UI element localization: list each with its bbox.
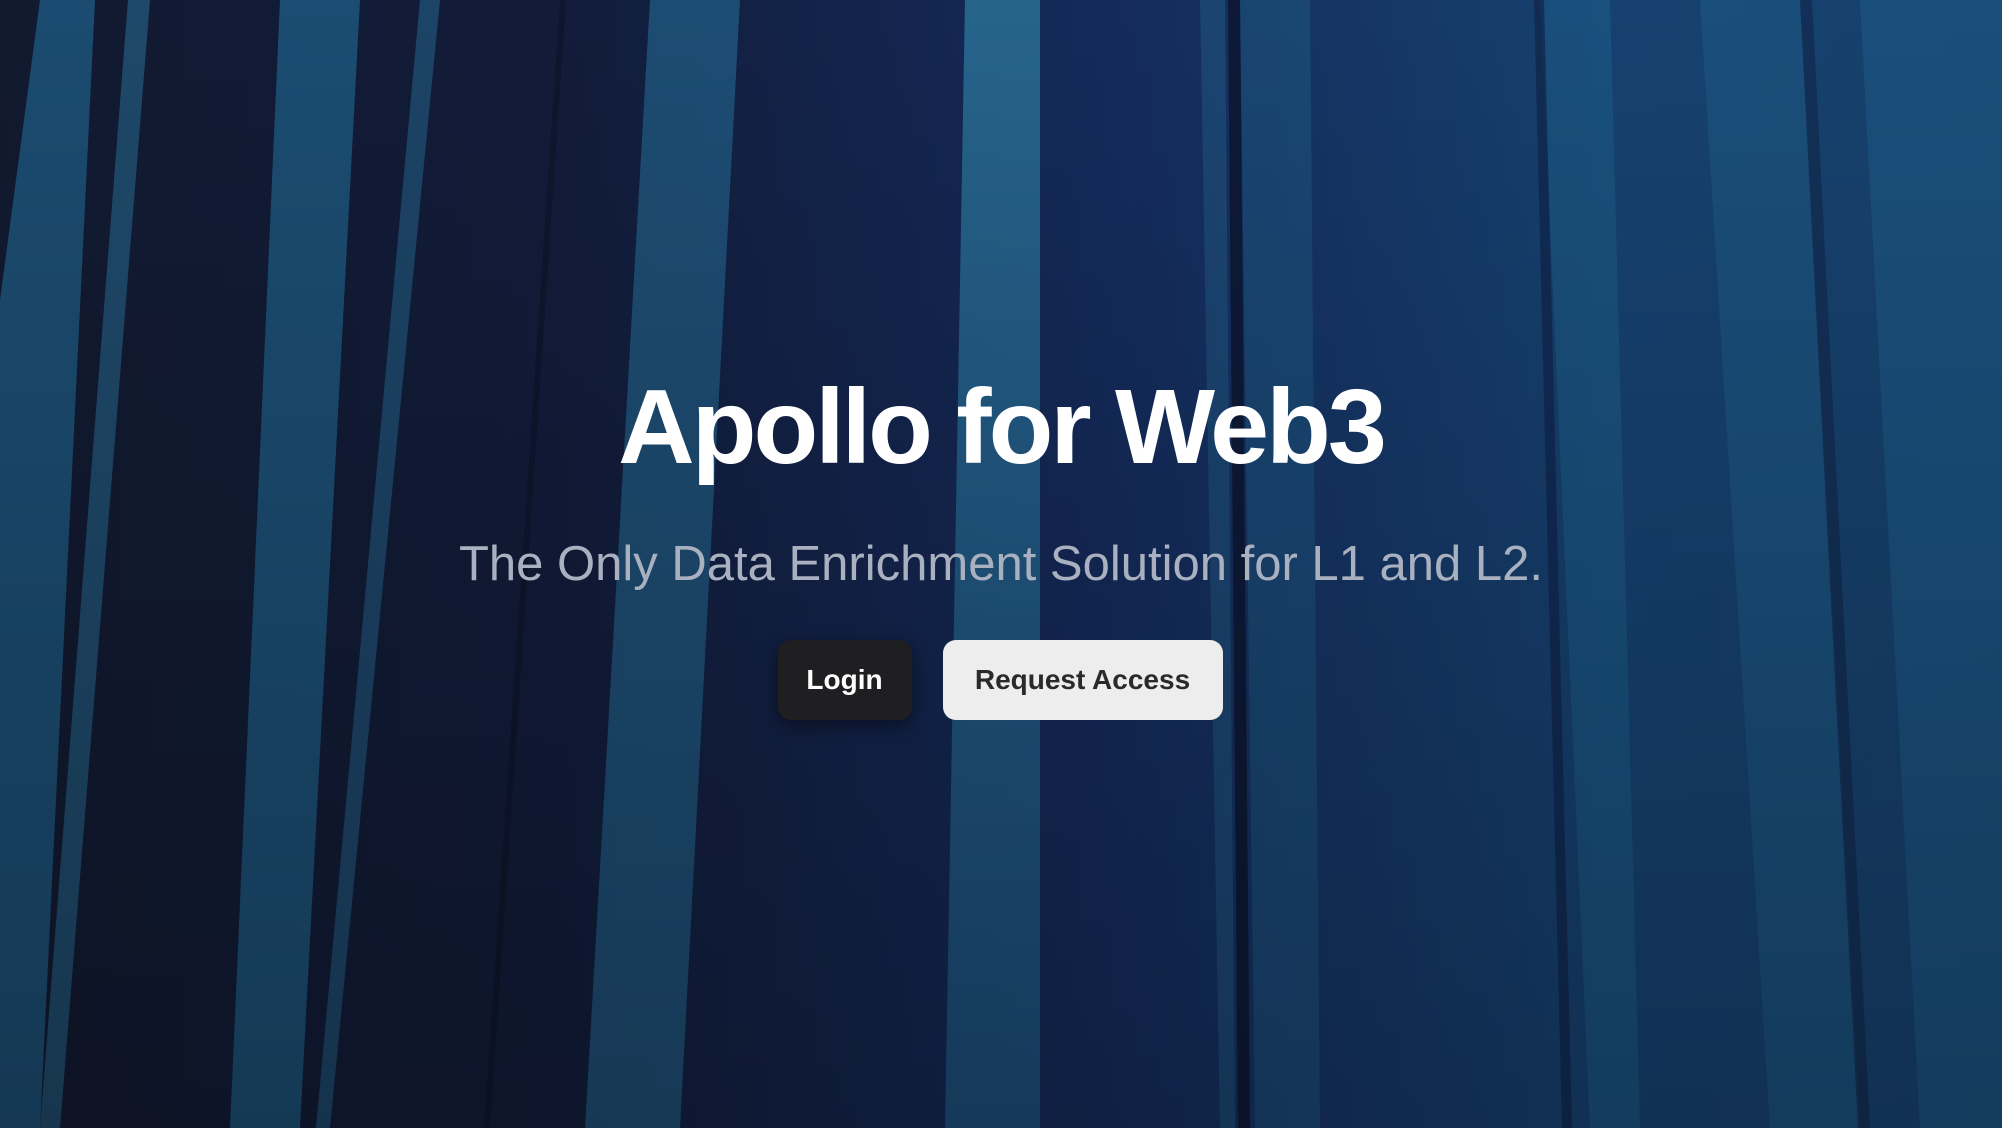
hero-actions: Login Request Access bbox=[0, 640, 2002, 720]
hero-section: Apollo for Web3 The Only Data Enrichment… bbox=[0, 0, 2002, 1128]
page-title: Apollo for Web3 bbox=[618, 368, 1387, 486]
hero-content: Apollo for Web3 The Only Data Enrichment… bbox=[0, 0, 2002, 1128]
login-button[interactable]: Login bbox=[777, 640, 912, 720]
request-access-button[interactable]: Request Access bbox=[942, 640, 1223, 720]
page-subtitle: The Only Data Enrichment Solution for L1… bbox=[458, 537, 1544, 591]
